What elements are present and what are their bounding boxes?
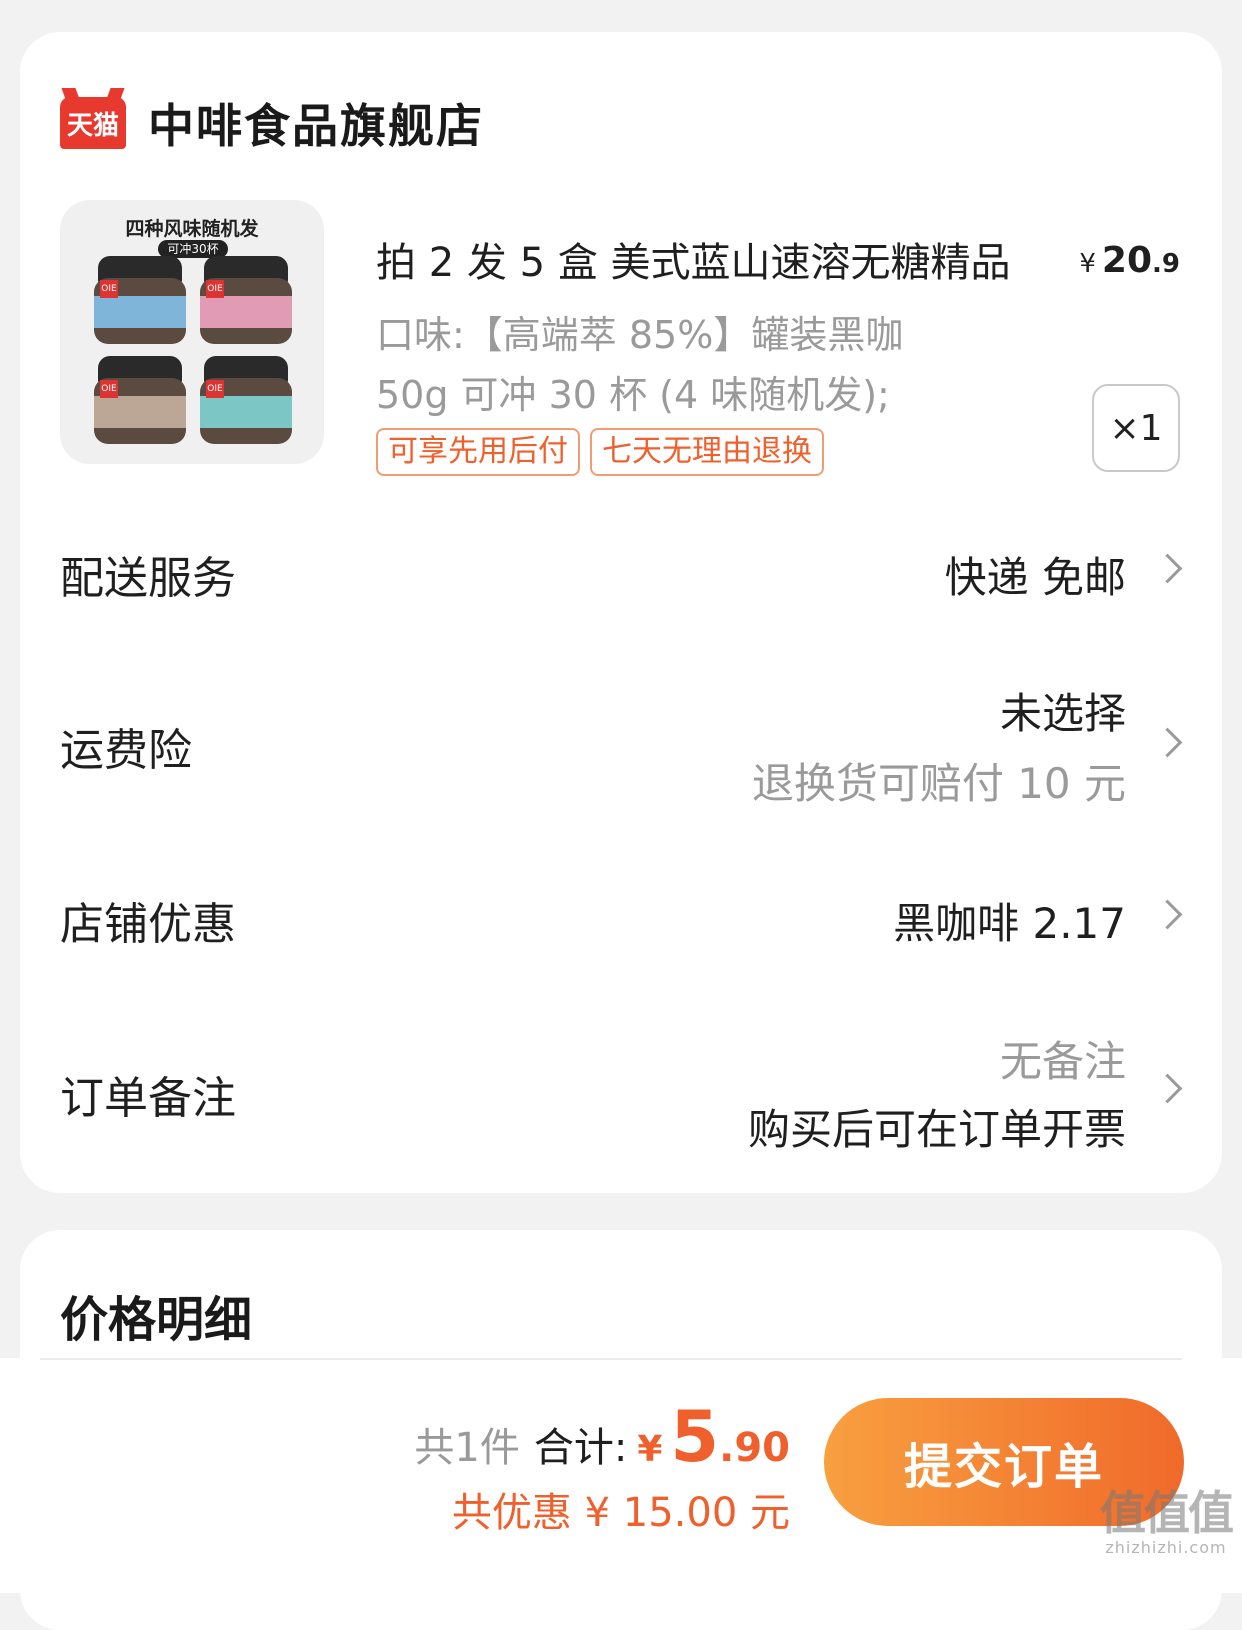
product-image[interactable]: 四种风味随机发 可冲30杯 OIE OIE OIE OIE: [60, 200, 324, 464]
total-saving[interactable]: 共优惠 ¥ 15.00 元: [452, 1480, 790, 1538]
order-remark-value[interactable]: 无备注: [1000, 1028, 1126, 1089]
quantity-stepper[interactable]: ×1: [1092, 384, 1180, 472]
total-amount-integer: 5: [670, 1396, 720, 1478]
chevron-right-icon[interactable]: [1152, 553, 1183, 584]
watermark-logo: 值值值 zhizhizhi.com: [1100, 1486, 1234, 1557]
product-price: ¥20.9: [1079, 240, 1180, 281]
insurance-label: 运费险: [60, 725, 192, 776]
coffee-jar: OIE: [200, 256, 292, 344]
checkout-bar: 共1件 合计: ¥ 5 .90 共优惠 ¥ 15.00 元 提交订单: [0, 1358, 1242, 1593]
order-remark-note: 购买后可在订单开票: [747, 1105, 1126, 1154]
coffee-jar: OIE: [200, 356, 292, 444]
shop-name[interactable]: 中啡食品旗舰店: [148, 90, 484, 156]
delivery-label: 配送服务: [60, 553, 236, 604]
shop-discount-label: 店铺优惠: [60, 899, 236, 950]
divider: [40, 1358, 1182, 1360]
shop-header[interactable]: 天猫 中啡食品旗舰店: [60, 90, 484, 156]
coffee-jar: OIE: [94, 256, 186, 344]
item-count: 共1件: [414, 1425, 520, 1471]
price-detail-title: 价格明细: [60, 1292, 253, 1348]
total-label: 合计:: [533, 1425, 628, 1471]
shop-discount-value[interactable]: 黑咖啡 2.17: [893, 890, 1126, 951]
product-spec-line[interactable]: 口味:【高端萃 85%】罐装黑咖: [376, 304, 903, 359]
insurance-note: 退换货可赔付 10 元: [751, 759, 1126, 808]
chevron-right-icon[interactable]: [1152, 899, 1183, 930]
product-tags: 可享先用后付 七天无理由退换: [376, 428, 824, 476]
delivery-value[interactable]: 快递 免邮: [945, 544, 1126, 605]
tmall-logo-icon: 天猫: [60, 97, 126, 149]
product-title[interactable]: 拍 2 发 5 盒 美式蓝山速溶无糖精品: [376, 230, 1010, 288]
coffee-jar: OIE: [94, 356, 186, 444]
chevron-right-icon[interactable]: [1152, 1073, 1183, 1104]
order-total: 共1件 合计: ¥ 5 .90: [414, 1396, 790, 1478]
insurance-value[interactable]: 未选择: [1000, 680, 1126, 741]
total-currency: ¥: [637, 1429, 663, 1470]
order-remark-label: 订单备注: [60, 1073, 236, 1124]
order-card: 天猫 中啡食品旗舰店 四种风味随机发 可冲30杯 OIE OIE OIE OIE…: [20, 32, 1222, 1193]
tag-pay-later: 可享先用后付: [376, 428, 580, 476]
tag-7day-return: 七天无理由退换: [590, 428, 824, 476]
product-image-title: 四种风味随机发: [125, 218, 259, 240]
product-spec-line[interactable]: 50g 可冲 30 杯 (4 味随机发);: [376, 364, 890, 419]
chevron-right-icon[interactable]: [1152, 727, 1183, 758]
total-amount-decimal: .90: [719, 1425, 790, 1471]
